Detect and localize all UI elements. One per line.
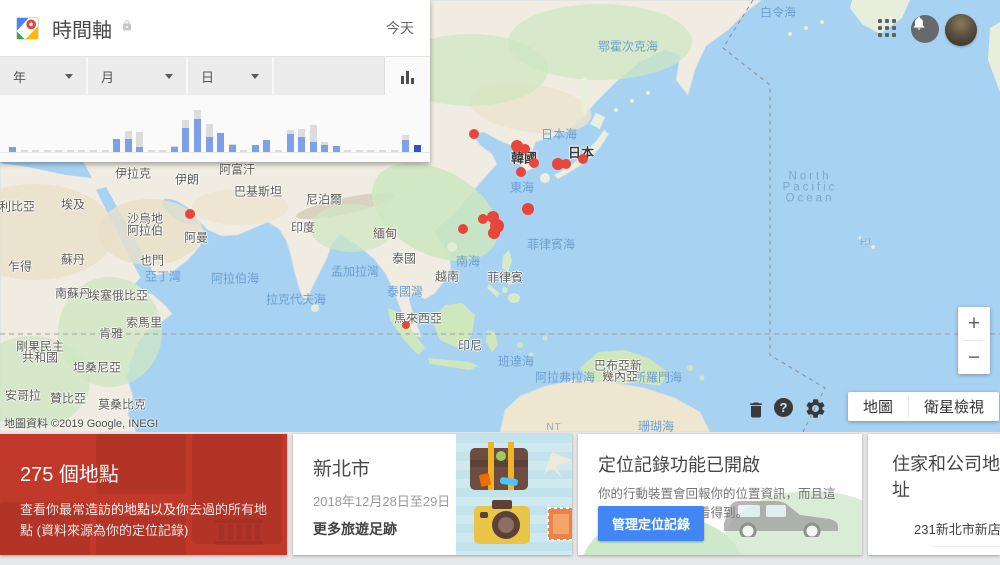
chart-bar[interactable] <box>182 120 189 152</box>
histogram-view-button[interactable] <box>384 57 430 95</box>
more-trips-link[interactable]: 更多旅遊足跡 <box>313 519 397 539</box>
apps-grid-icon[interactable] <box>878 19 898 39</box>
histogram-icon <box>401 76 404 84</box>
map-type-toggle: 地圖 衛星檢視 <box>848 392 999 421</box>
chevron-down-icon <box>165 74 173 79</box>
location-history-card[interactable]: 定位記錄功能已開啟 你的行動裝置會回報你的位置資訊，而且這類資訊只有你自己看得到… <box>578 434 862 555</box>
visited-place-dot[interactable] <box>529 158 539 168</box>
zoom-out-button[interactable]: − <box>958 341 990 374</box>
chart-bar[interactable] <box>414 145 421 152</box>
visited-place-dot[interactable] <box>516 167 526 177</box>
chart-bar[interactable] <box>113 139 120 152</box>
today-button[interactable]: 今天 <box>386 18 414 38</box>
timeline-app: 白令海鄂霍次克海日本海東海菲律賓海南海泰國灣孟加拉灣亞丁灣阿拉伯海拉克代夫海班達… <box>0 0 1000 565</box>
zoom-in-button[interactable]: + <box>958 307 990 340</box>
home-address-text: 231新北市新店 <box>914 519 1000 538</box>
chart-bar[interactable] <box>287 130 294 152</box>
home-address-row[interactable]: 231新北市新店 <box>892 510 1000 546</box>
home-work-addresses-card: 住家和公司地址 231新北市新店 116台北市文山 <box>868 434 1000 555</box>
addresses-title: 住家和公司地址 <box>892 450 1000 502</box>
day-dropdown[interactable]: 日 <box>188 57 274 95</box>
lock-icon <box>121 19 133 37</box>
account-avatar[interactable] <box>945 14 977 46</box>
map-view-button[interactable]: 地圖 <box>848 392 908 421</box>
chart-bar[interactable] <box>136 132 143 152</box>
visited-place-dot[interactable] <box>578 154 588 164</box>
histogram-icon <box>406 71 409 84</box>
chart-bar[interactable] <box>402 135 409 152</box>
chart-bar[interactable] <box>310 125 317 152</box>
manage-location-history-button[interactable]: 管理定位記錄 <box>598 506 704 541</box>
chart-bar[interactable] <box>125 131 132 152</box>
visited-place-dot[interactable] <box>520 144 530 154</box>
landmark-illustration <box>213 515 265 547</box>
map-attribution: 地圖資料 ©2019 Google, INEGI <box>4 415 158 431</box>
chevron-down-icon <box>65 74 73 79</box>
year-dropdown[interactable]: 年 <box>0 57 88 95</box>
cards-strip: 275 個地點 查看你最常造訪的地點以及你去過的所有地點 (資料來源為你的定位記… <box>0 432 1000 565</box>
chart-bar[interactable] <box>206 124 213 152</box>
visited-place-dot[interactable] <box>488 227 500 239</box>
year-dropdown-label: 年 <box>13 67 26 86</box>
chart-baseline <box>0 152 430 153</box>
month-dropdown-label: 月 <box>101 67 114 86</box>
visited-place-dot[interactable] <box>185 209 195 219</box>
google-maps-logo[interactable] <box>16 17 39 40</box>
location-history-title: 定位記錄功能已開啟 <box>598 451 862 477</box>
visited-place-dot[interactable] <box>458 224 468 234</box>
chart-bar[interactable] <box>229 144 236 152</box>
chart-bar[interactable] <box>263 140 270 152</box>
zoom-control: + − <box>958 307 990 374</box>
chart-bar[interactable] <box>217 133 224 152</box>
places-summary-card[interactable]: 275 個地點 查看你最常造訪的地點以及你去過的所有地點 (資料來源為你的定位記… <box>0 434 287 555</box>
notifications-bell-icon[interactable] <box>911 15 939 43</box>
month-dropdown[interactable]: 月 <box>88 57 188 95</box>
chevron-down-icon <box>251 74 259 79</box>
chart-bar[interactable] <box>298 129 305 152</box>
visited-place-dot[interactable] <box>469 129 479 139</box>
travel-illustration <box>456 434 572 555</box>
day-dropdown-label: 日 <box>201 67 214 86</box>
timeline-panel: 時間軸 今天 年 月 日 <box>0 0 430 162</box>
panel-header: 時間軸 今天 <box>0 0 430 56</box>
visited-place-dot[interactable] <box>402 321 410 329</box>
histogram-icon <box>411 78 414 84</box>
visited-place-dot[interactable] <box>561 159 571 169</box>
filter-toolbar: 年 月 日 <box>0 56 430 95</box>
chart-bar[interactable] <box>321 142 328 152</box>
visited-place-dot[interactable] <box>522 203 534 215</box>
work-address-row[interactable]: 116台北市文山 <box>892 547 1000 555</box>
help-icon[interactable]: ? <box>774 398 793 417</box>
page-title: 時間軸 <box>52 14 112 43</box>
activity-histogram <box>0 95 430 162</box>
chart-bar[interactable] <box>194 110 201 152</box>
chart-bar[interactable] <box>252 145 259 152</box>
trip-card[interactable]: 新北市 2018年12月28日至29日 更多旅遊足跡 <box>293 434 572 555</box>
satellite-view-button[interactable]: 衛星檢視 <box>909 392 999 421</box>
